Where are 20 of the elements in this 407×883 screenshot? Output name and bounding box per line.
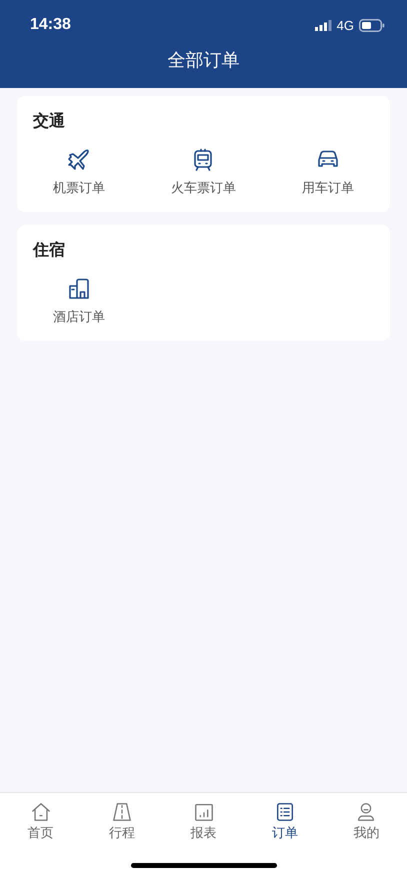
tab-item[interactable]: 行程 (81, 793, 163, 849)
section-title: 交通 (32, 110, 65, 132)
order-type-link[interactable]: 用车订单 (302, 180, 354, 198)
section-title: 住宿 (32, 239, 65, 261)
order-type-link[interactable]: 机票订单 (53, 180, 106, 198)
network-label: 4G (336, 18, 354, 32)
home-icon (30, 800, 52, 822)
tab-item[interactable]: 首页 (0, 793, 82, 849)
plane-icon[interactable] (67, 148, 92, 172)
status-time: 14:38 (30, 16, 71, 34)
building-icon[interactable] (67, 277, 92, 301)
road-icon (111, 800, 134, 822)
tab-item[interactable]: 报表 (162, 793, 244, 849)
order-type-link[interactable]: 火车票订单 (170, 180, 236, 198)
battery-icon (359, 18, 385, 32)
order-type-link[interactable]: 酒店订单 (53, 309, 106, 327)
tab-item[interactable]: 订单 (244, 793, 326, 849)
signal-icon (314, 20, 332, 30)
tab-item[interactable]: 我的 (326, 793, 407, 849)
page-title: 全部订单 (166, 50, 240, 72)
